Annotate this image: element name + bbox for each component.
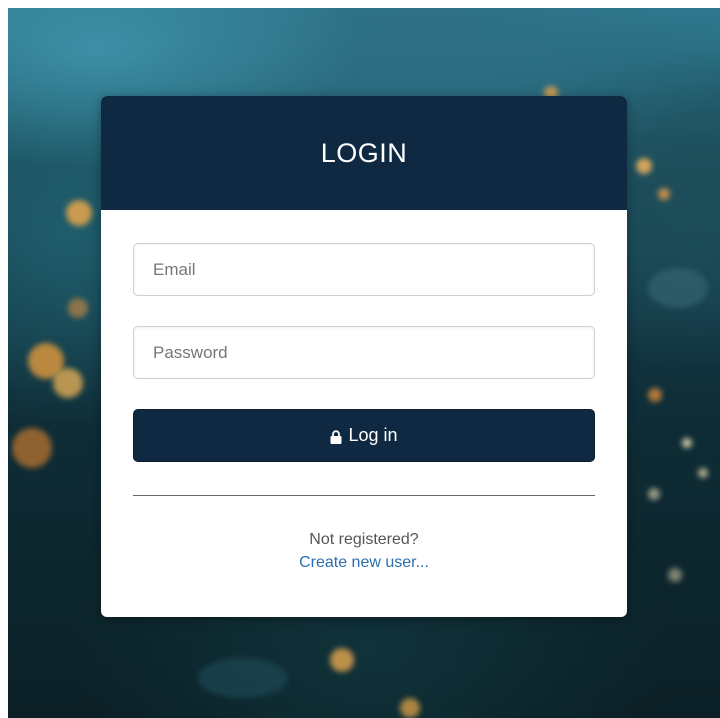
bokeh-light	[400, 698, 420, 718]
bokeh-light	[698, 468, 708, 478]
create-user-link[interactable]: Create new user...	[299, 551, 429, 575]
login-button[interactable]: Log in	[133, 409, 595, 462]
login-form: Log in Not registered? Create new user..…	[101, 210, 627, 575]
bokeh-light	[648, 388, 662, 402]
bokeh-light	[668, 568, 682, 582]
lock-icon	[330, 428, 342, 444]
not-registered-text: Not registered?	[309, 531, 419, 548]
bokeh-light	[198, 658, 288, 698]
register-section: Not registered? Create new user...	[133, 529, 595, 575]
bokeh-light	[68, 298, 88, 318]
login-button-label: Log in	[348, 425, 398, 445]
divider	[133, 495, 595, 496]
bokeh-light	[330, 648, 354, 672]
login-title: LOGIN	[320, 137, 408, 168]
bokeh-light	[636, 158, 652, 174]
password-field[interactable]	[133, 326, 595, 379]
bokeh-light	[658, 188, 670, 200]
bokeh-light	[682, 438, 692, 448]
login-card: LOGIN Log in Not registered? Create new …	[101, 96, 627, 617]
bokeh-light	[648, 268, 708, 308]
bokeh-light	[648, 488, 660, 500]
email-field[interactable]	[133, 243, 595, 296]
bokeh-light	[66, 200, 92, 226]
login-header: LOGIN	[101, 96, 627, 210]
bokeh-light	[12, 428, 52, 468]
bokeh-light	[53, 368, 83, 398]
